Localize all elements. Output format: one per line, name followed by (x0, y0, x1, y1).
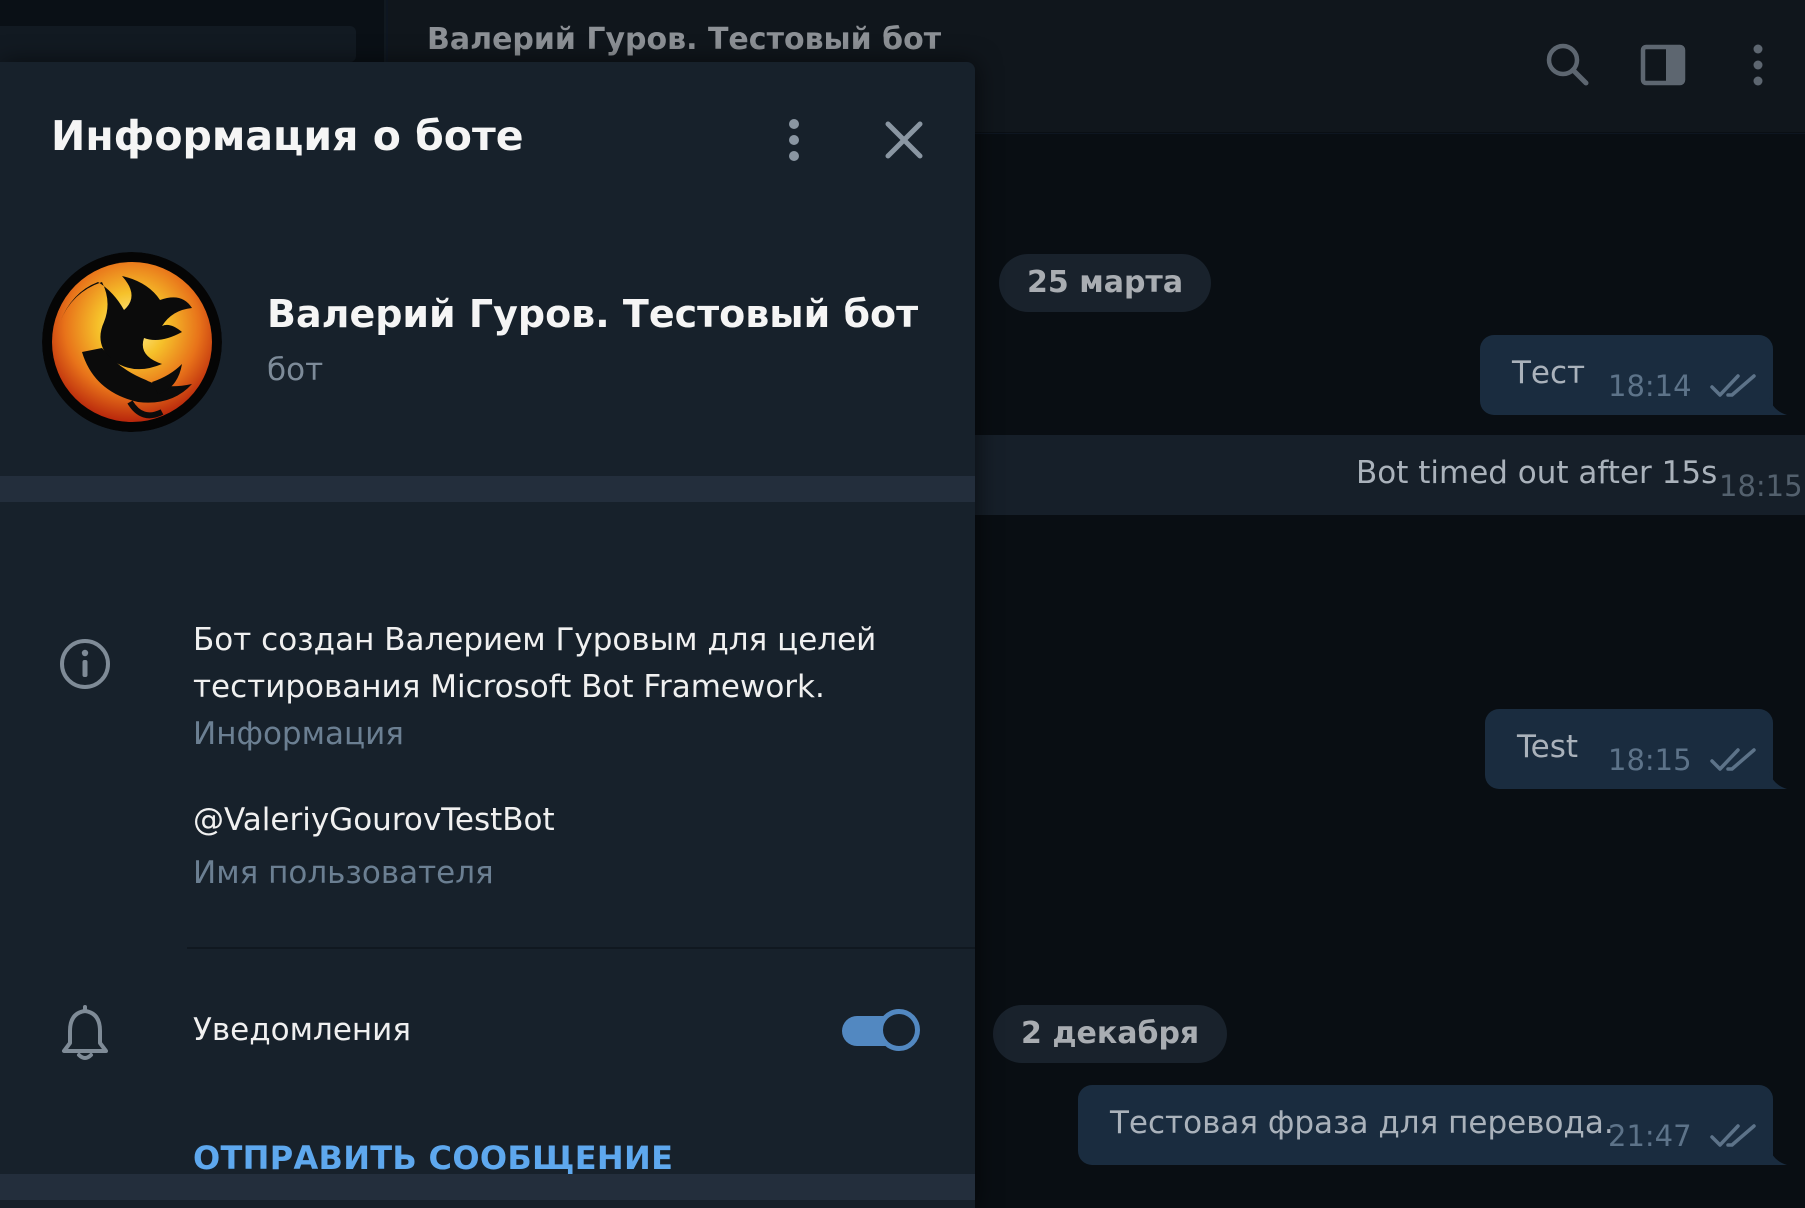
bot-username[interactable]: @ValeriyGourovTestBot (193, 802, 555, 838)
bot-avatar[interactable] (42, 252, 222, 432)
bubble-tail (1769, 397, 1787, 415)
message-text: Тестовая фраза для перевода. (1110, 1105, 1614, 1141)
message-bubble[interactable]: Test 18:15 (1485, 709, 1787, 789)
double-check-icon (1710, 1124, 1756, 1147)
message-time: 21:47 (1608, 1119, 1692, 1153)
bubble-tail (1769, 1147, 1787, 1165)
bot-name: Валерий Гуров. Тестовый бот (267, 292, 919, 336)
toggle-knob (878, 1009, 920, 1051)
more-vertical-icon[interactable] (758, 104, 830, 176)
close-icon[interactable] (868, 104, 940, 176)
username-label: Имя пользователя (193, 855, 494, 891)
divider (187, 947, 975, 949)
message-text: Bot timed out after 15s (1356, 455, 1718, 491)
message-time: 18:15 (1608, 743, 1692, 777)
send-message-button[interactable]: ОТПРАВИТЬ СООБЩЕНИЕ (193, 1139, 673, 1177)
chat-title: Валерий Гуров. Тестовый бот (427, 22, 942, 57)
bubble-tail (1769, 771, 1787, 789)
bot-info-panel: Информация о боте Валерий Гуров. Тестовы… (0, 62, 975, 1208)
description-label: Информация (193, 716, 404, 752)
search-icon[interactable] (1543, 40, 1593, 90)
double-check-icon (1710, 374, 1756, 397)
notifications-label: Уведомления (193, 1012, 411, 1048)
bot-description: Бот создан Валерием Гуровым для целей те… (193, 622, 877, 705)
section-divider (0, 1174, 975, 1200)
message-bubble[interactable]: Тестовая фраза для перевода. 21:47 (1078, 1085, 1787, 1165)
section-divider (0, 476, 975, 502)
bot-subtitle: бот (267, 352, 324, 388)
chat-list-search-stub (0, 26, 356, 62)
date-separator: 25 марта (999, 254, 1212, 312)
info-icon (58, 637, 112, 691)
more-vertical-icon[interactable] (1733, 40, 1783, 90)
message-bubble[interactable]: Тест 18:14 (1480, 335, 1787, 415)
message-bubble[interactable]: Bot timed out after 15s 18:15 (948, 435, 1805, 515)
message-time: 18:15 (1719, 469, 1803, 503)
sidebar-toggle-icon[interactable] (1638, 40, 1688, 90)
panel-title: Информация о боте (51, 112, 524, 160)
date-separator: 2 декабря (993, 1005, 1228, 1063)
message-time: 18:14 (1608, 369, 1692, 403)
notifications-toggle[interactable] (842, 1008, 920, 1052)
message-text: Тест (1512, 355, 1586, 391)
bell-icon (58, 1005, 112, 1063)
double-check-icon (1710, 748, 1756, 771)
message-text: Test (1517, 729, 1579, 765)
